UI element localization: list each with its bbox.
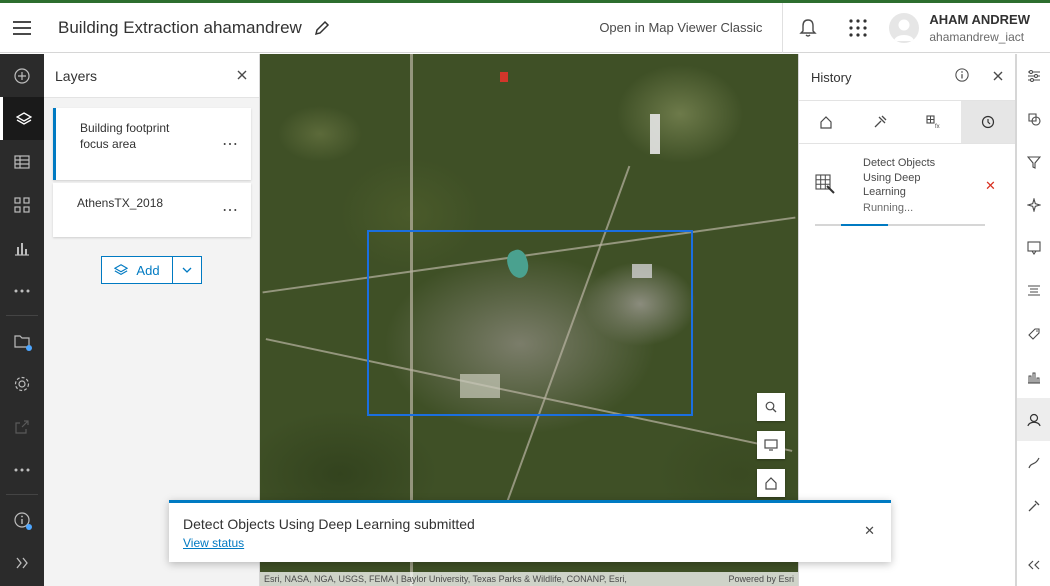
edit-tool-icon[interactable] xyxy=(1017,484,1050,527)
toast-title: Detect Objects Using Deep Learning submi… xyxy=(183,516,475,532)
add-layer-button[interactable]: Add xyxy=(101,256,173,284)
popups-icon[interactable] xyxy=(1017,226,1050,269)
add-dropdown-button[interactable] xyxy=(173,256,202,284)
folder-icon[interactable] xyxy=(0,319,44,362)
view-status-link[interactable]: View status xyxy=(183,536,244,550)
table-icon[interactable] xyxy=(0,140,44,183)
collapse-icon[interactable] xyxy=(1017,543,1050,586)
share-icon[interactable] xyxy=(0,405,44,448)
svg-text:fx: fx xyxy=(935,124,940,129)
chevron-down-icon xyxy=(182,267,192,273)
user-menu[interactable]: AHAM ANDREW ahamandrew_iact xyxy=(883,12,1050,44)
notification-dot xyxy=(26,345,32,351)
search-icon[interactable] xyxy=(757,393,785,421)
info-icon[interactable] xyxy=(955,67,969,87)
focus-area-boundary xyxy=(367,230,693,416)
add-layer-group: Add xyxy=(101,256,202,284)
notification-toast: Detect Objects Using Deep Learning submi… xyxy=(169,500,891,562)
home-icon[interactable] xyxy=(757,469,785,497)
expand-icon[interactable] xyxy=(0,541,44,584)
more-icon-2[interactable] xyxy=(0,448,44,491)
sketch-icon[interactable] xyxy=(1017,441,1050,484)
notification-dot xyxy=(26,524,32,530)
close-icon[interactable]: ✕ xyxy=(864,523,875,539)
history-job-item[interactable]: Detect Objects Using Deep Learning Runni… xyxy=(799,154,1015,234)
job-progress-fill xyxy=(840,224,889,226)
job-name: Detect Objects Using Deep Learning xyxy=(863,157,936,198)
screen-icon[interactable] xyxy=(757,431,785,459)
legend-icon[interactable] xyxy=(1017,269,1050,312)
cancel-job-icon[interactable]: ✕ xyxy=(985,178,996,194)
edit-pencil-icon[interactable] xyxy=(314,19,332,37)
layer-options-icon[interactable]: ⋯ xyxy=(222,134,239,154)
map-title: Building Extraction ahamandrew xyxy=(58,17,302,37)
bell-icon[interactable] xyxy=(783,3,833,53)
app-header: Building Extraction ahamandrew Open in M… xyxy=(0,2,1050,53)
chart-icon[interactable] xyxy=(0,226,44,269)
label-icon[interactable] xyxy=(1017,312,1050,355)
map-building xyxy=(650,114,660,154)
charts-icon[interactable] xyxy=(1017,355,1050,398)
left-toolbar xyxy=(0,54,44,586)
avatar xyxy=(889,12,920,43)
attribution-text: Esri, NASA, NGA, USGS, FEMA | Baylor Uni… xyxy=(264,574,627,584)
history-title: History xyxy=(811,69,852,85)
job-status: Running... xyxy=(863,202,914,214)
layer-item-building-footprint[interactable]: Building footprint focus area ⋯ xyxy=(53,108,251,180)
map-attribution: Esri, NASA, NGA, USGS, FEMA | Baylor Uni… xyxy=(260,572,798,586)
more-icon[interactable] xyxy=(0,269,44,312)
open-classic-link[interactable]: Open in Map Viewer Classic xyxy=(599,2,784,53)
grid-icon[interactable] xyxy=(0,183,44,226)
menu-icon[interactable] xyxy=(0,3,44,53)
close-icon[interactable] xyxy=(993,68,1003,86)
layers-icon xyxy=(114,264,129,276)
effects-icon[interactable] xyxy=(1017,183,1050,226)
info-icon[interactable] xyxy=(0,498,44,541)
apps-grid-icon[interactable] xyxy=(833,3,883,53)
layer-item-athens[interactable]: AthensTX_2018 ⋯ xyxy=(53,183,251,237)
add-label: Add xyxy=(136,262,160,278)
job-progress-bar xyxy=(815,224,985,226)
history-tabs: fx xyxy=(799,100,1015,144)
raster-function-icon[interactable]: fx xyxy=(907,101,961,143)
user-id: ahamandrew_iact xyxy=(929,29,1025,44)
styles-icon[interactable] xyxy=(1017,97,1050,140)
layer-name: AthensTX_2018 xyxy=(77,196,164,210)
layer-options-icon[interactable]: ⋯ xyxy=(222,200,239,220)
tools-icon[interactable] xyxy=(853,101,907,143)
filter-icon[interactable] xyxy=(1017,140,1050,183)
map-building xyxy=(500,72,508,82)
close-icon[interactable] xyxy=(237,67,247,85)
settings-icon[interactable] xyxy=(0,362,44,405)
history-icon[interactable] xyxy=(961,101,1015,143)
properties-icon[interactable] xyxy=(1017,54,1050,97)
layers-icon[interactable] xyxy=(0,97,44,140)
user-name: AHAM ANDREW xyxy=(929,11,1030,27)
home-icon[interactable] xyxy=(799,101,853,143)
layers-title: Layers xyxy=(55,67,98,84)
history-header: History xyxy=(799,54,1015,100)
layer-name: Building footprint focus area xyxy=(80,121,170,151)
add-icon[interactable] xyxy=(0,54,44,97)
right-toolbar xyxy=(1016,54,1050,586)
powered-by-text[interactable]: Powered by Esri xyxy=(728,572,794,586)
detect-objects-icon xyxy=(815,174,835,199)
layers-header: Layers xyxy=(44,54,259,98)
analysis-icon[interactable] xyxy=(1017,398,1050,441)
